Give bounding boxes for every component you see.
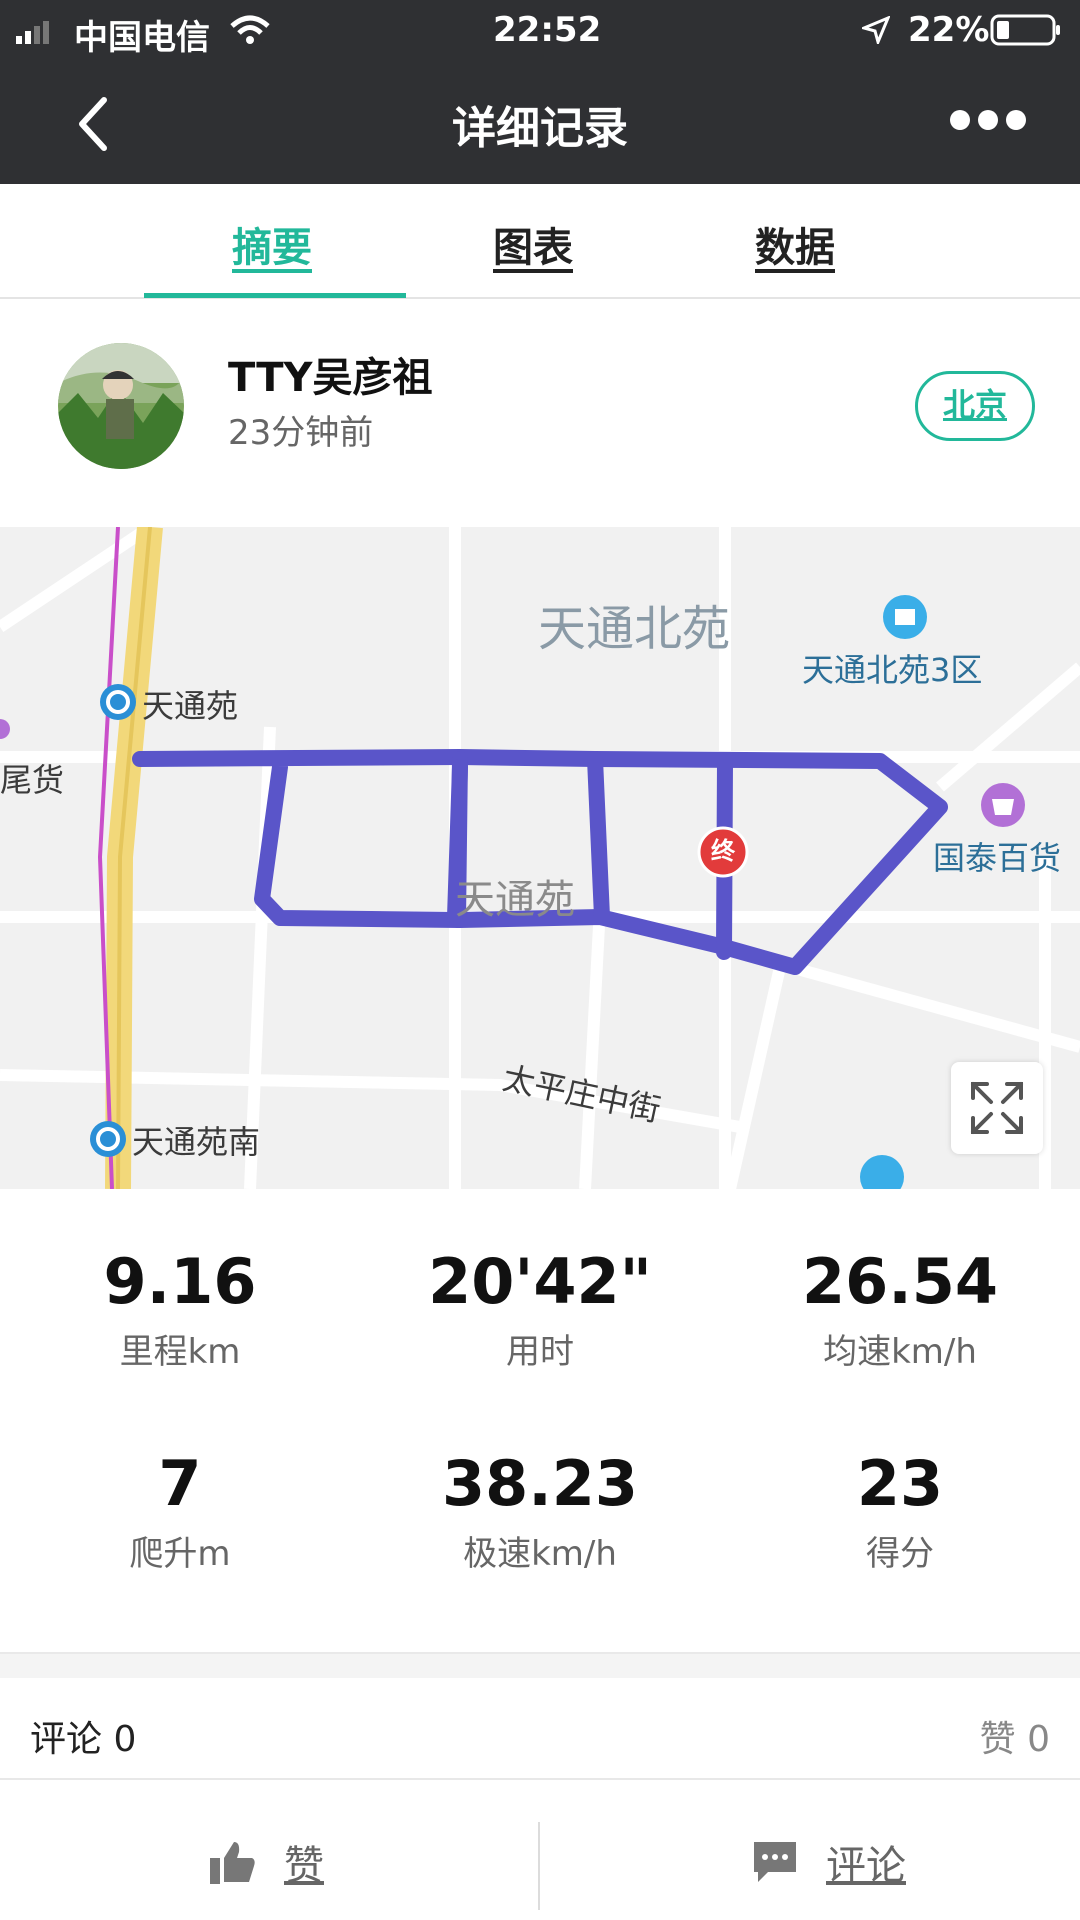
location-arrow-icon bbox=[862, 16, 890, 44]
map-label-guotai: 国泰百货 bbox=[933, 839, 1062, 877]
city-button[interactable]: 北京 bbox=[915, 371, 1035, 441]
map-label-station-tiantongyuan: 天通苑 bbox=[142, 687, 239, 725]
carrier-label: 中国电信 bbox=[74, 18, 210, 58]
stat-label: 得分 bbox=[866, 1534, 934, 1574]
route-map[interactable]: 天通北苑 天通北苑3区 天通苑 尾货 国泰百货 天通苑 太平庄中街 天通苑南 终 bbox=[0, 527, 1080, 1189]
expand-map-button[interactable] bbox=[951, 1062, 1043, 1154]
stat-label: 里程km bbox=[119, 1332, 241, 1372]
like-button[interactable]: 赞 bbox=[210, 1822, 324, 1902]
avatar[interactable] bbox=[58, 343, 184, 469]
more-dots-icon[interactable] bbox=[948, 108, 1028, 132]
comment-button[interactable]: 评论 bbox=[752, 1822, 906, 1902]
map-label-left-cut: 尾货 bbox=[0, 761, 65, 799]
row-divider bbox=[0, 1778, 1080, 1780]
stat-value: 20'42" bbox=[428, 1245, 652, 1318]
clock-label: 22:52 bbox=[493, 10, 602, 50]
tab-active-indicator bbox=[144, 293, 406, 298]
stat-max-speed: 38.23 极速km/h bbox=[360, 1447, 720, 1575]
tab-data[interactable]: 数据 bbox=[755, 215, 835, 273]
comment-icon bbox=[754, 1842, 796, 1882]
comment-button-label: 评论 bbox=[826, 1843, 906, 1889]
expand-icon bbox=[971, 1082, 1023, 1134]
thumbs-up-icon bbox=[210, 1842, 255, 1884]
stat-avg-speed: 26.54 均速km/h bbox=[720, 1245, 1080, 1373]
end-marker-label: 终 bbox=[711, 837, 735, 865]
like-count: 赞 0 bbox=[979, 1719, 1050, 1760]
wifi-icon bbox=[230, 15, 270, 44]
map-label-tiantongyuan: 天通苑 bbox=[455, 877, 575, 923]
signal-icon bbox=[16, 21, 49, 44]
stat-label: 爬升m bbox=[129, 1534, 231, 1574]
section-divider bbox=[0, 1652, 1080, 1678]
stat-label: 极速km/h bbox=[463, 1534, 617, 1574]
stat-value: 26.54 bbox=[801, 1245, 999, 1318]
map-label-tiantong-beiyuan-3: 天通北苑3区 bbox=[802, 651, 983, 689]
battery-icon bbox=[990, 14, 1060, 46]
battery-percent: 22% bbox=[908, 10, 990, 50]
stat-score: 23 得分 bbox=[720, 1447, 1080, 1575]
stat-value: 7 bbox=[158, 1447, 202, 1520]
stat-duration: 20'42" 用时 bbox=[360, 1245, 720, 1373]
tab-charts[interactable]: 图表 bbox=[493, 215, 573, 273]
stat-climb: 7 爬升m bbox=[0, 1447, 360, 1575]
map-label-tiantong-beiyuan: 天通北苑 bbox=[538, 601, 731, 657]
stat-value: 38.23 bbox=[441, 1447, 639, 1520]
comment-count: 评论 0 bbox=[30, 1719, 137, 1760]
stat-label: 用时 bbox=[506, 1332, 574, 1372]
page-title: 详细记录 bbox=[452, 103, 628, 154]
time-ago: 23分钟前 bbox=[228, 413, 374, 453]
stat-distance: 9.16 里程km bbox=[0, 1245, 360, 1373]
username: TTY吴彦祖 bbox=[228, 355, 433, 401]
status-bar: 中国电信 22:52 22% bbox=[0, 0, 1080, 60]
action-divider bbox=[538, 1822, 540, 1910]
stat-value: 9.16 bbox=[103, 1245, 257, 1318]
stat-label: 均速km/h bbox=[823, 1332, 977, 1372]
tab-summary[interactable]: 摘要 bbox=[232, 215, 312, 273]
map-label-tiantongyuan-nan: 天通苑南 bbox=[132, 1123, 261, 1161]
like-button-label: 赞 bbox=[284, 1843, 324, 1889]
stat-value: 23 bbox=[856, 1447, 944, 1520]
